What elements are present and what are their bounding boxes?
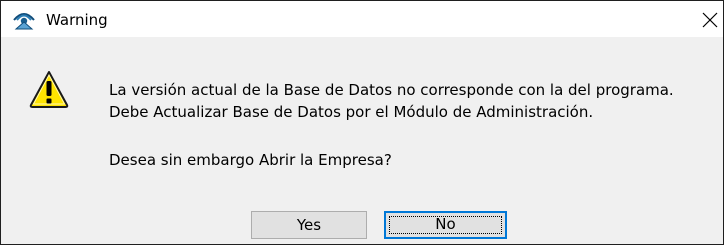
window-title: Warning xyxy=(46,11,108,29)
question-text: Desea sin embargo Abrir la Empresa? xyxy=(109,151,392,169)
yes-button-label: Yes xyxy=(296,216,322,234)
app-icon xyxy=(13,13,35,30)
dialog-content: La versión actual de la Base de Datos no… xyxy=(1,37,723,244)
no-button[interactable]: No xyxy=(384,211,507,239)
title-bar[interactable]: Warning xyxy=(1,1,723,37)
warning-dialog: Warning La versión actual de la Base de … xyxy=(0,0,724,245)
message-line-2: Debe Actualizar Base de Datos por el Mód… xyxy=(109,103,594,121)
focus-rectangle xyxy=(389,216,502,234)
warning-icon xyxy=(29,71,69,108)
close-button[interactable] xyxy=(701,11,723,29)
yes-button[interactable]: Yes xyxy=(251,211,367,239)
message-line-1: La versión actual de la Base de Datos no… xyxy=(109,81,674,99)
close-icon xyxy=(702,12,718,28)
